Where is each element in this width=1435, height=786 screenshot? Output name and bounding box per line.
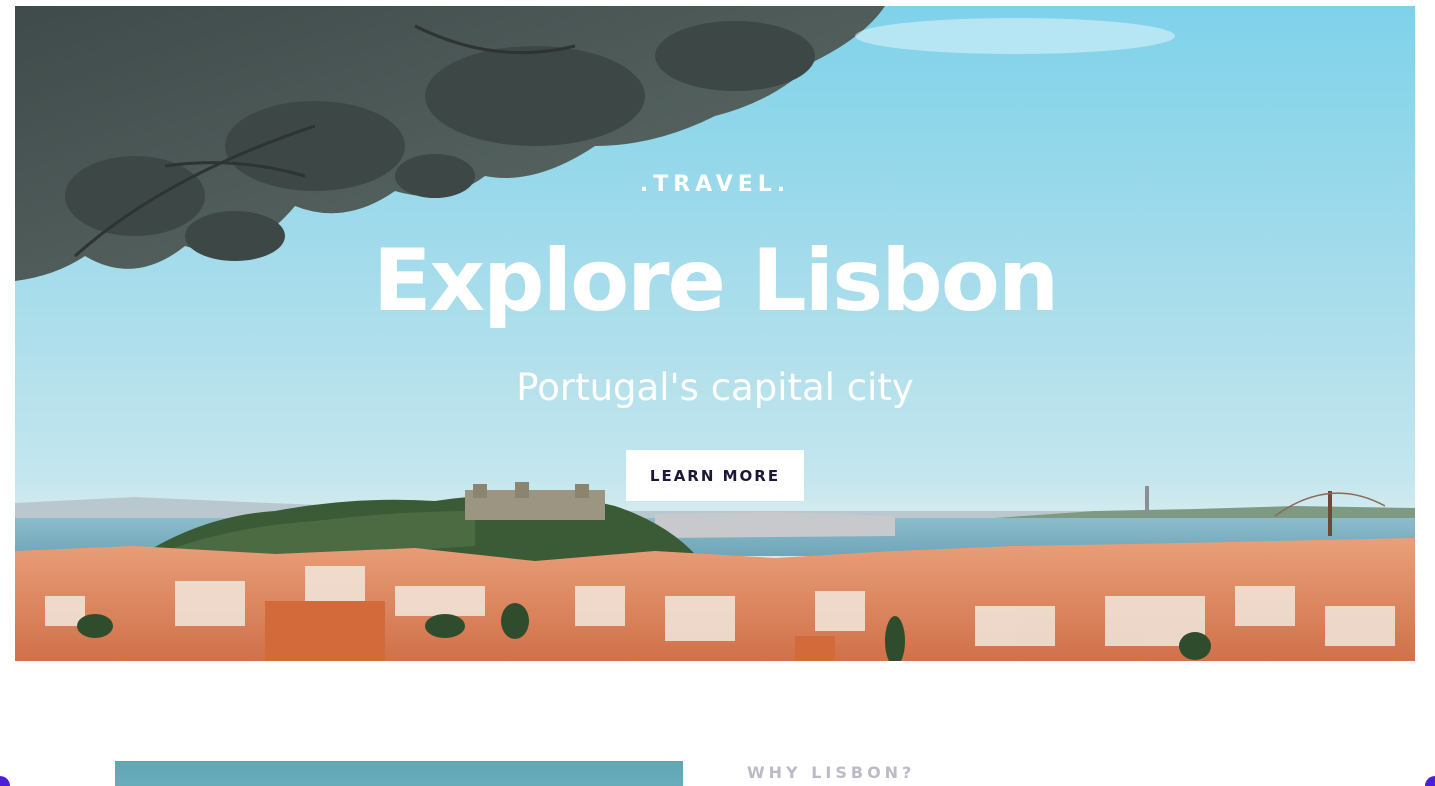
intro-eyebrow: WHY LISBON?	[747, 763, 916, 782]
hero-subtitle: Portugal's capital city	[516, 366, 914, 409]
hero-content: .TRAVEL. Explore Lisbon Portugal's capit…	[15, 6, 1415, 661]
learn-more-button[interactable]: LEARN MORE	[626, 450, 804, 501]
hero-title: Explore Lisbon	[372, 231, 1059, 331]
corner-accent-left	[0, 776, 10, 786]
corner-accent-right	[1425, 776, 1435, 786]
hero-banner: .TRAVEL. Explore Lisbon Portugal's capit…	[15, 6, 1415, 661]
intro-image	[115, 761, 683, 786]
page: .TRAVEL. Explore Lisbon Portugal's capit…	[0, 0, 1435, 786]
hero-eyebrow: .TRAVEL.	[639, 172, 791, 197]
